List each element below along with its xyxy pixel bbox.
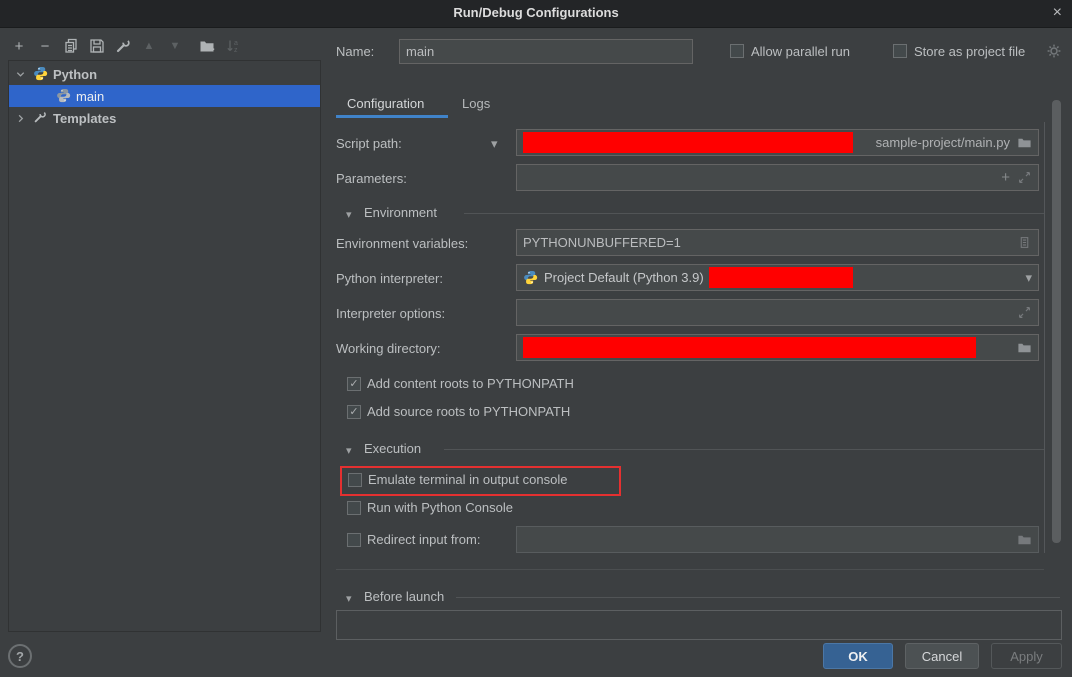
cancel-button[interactable]: Cancel bbox=[905, 643, 979, 669]
allow-parallel-run-label: Allow parallel run bbox=[751, 44, 850, 59]
redirect-input-label: Redirect input from: bbox=[367, 532, 480, 547]
expand-field-icon[interactable] bbox=[1016, 305, 1032, 321]
redacted-block bbox=[523, 132, 853, 153]
svg-text:z: z bbox=[234, 47, 238, 54]
run-python-console-label: Run with Python Console bbox=[367, 500, 513, 515]
script-path-field[interactable]: sample-project/main.py bbox=[516, 129, 1039, 156]
redirect-input-checkbox[interactable] bbox=[347, 533, 361, 547]
title-bar: Run/Debug Configurations × bbox=[0, 0, 1072, 28]
parameters-label: Parameters: bbox=[336, 171, 407, 186]
allow-parallel-run-checkbox[interactable] bbox=[730, 44, 744, 58]
move-up-icon[interactable]: ▲ bbox=[140, 37, 158, 55]
gear-icon[interactable] bbox=[1046, 43, 1062, 59]
run-debug-configurations-dialog: Run/Debug Configurations × + − ▲ ▼ az bbox=[0, 0, 1072, 677]
environment-variables-value: PYTHONUNBUFFERED=1 bbox=[523, 235, 681, 250]
interpreter-options-label: Interpreter options: bbox=[336, 306, 445, 321]
redacted-block bbox=[709, 267, 853, 288]
save-configuration-icon[interactable] bbox=[88, 37, 106, 55]
tree-item-main[interactable]: main bbox=[9, 85, 320, 107]
script-path-dropdown-icon[interactable]: ▾ bbox=[491, 136, 498, 152]
before-launch-list[interactable] bbox=[336, 610, 1062, 640]
scrollbar-track bbox=[1044, 122, 1045, 553]
python-interpreter-select[interactable]: Project Default (Python 3.9) ▾ bbox=[516, 264, 1039, 291]
section-divider bbox=[444, 449, 1044, 450]
add-source-roots-label: Add source roots to PYTHONPATH bbox=[367, 404, 570, 419]
script-path-label: Script path: bbox=[336, 136, 402, 151]
expand-field-icon[interactable] bbox=[1016, 170, 1032, 186]
tree-item-label: main bbox=[76, 89, 104, 104]
store-as-project-file-label: Store as project file bbox=[914, 44, 1025, 59]
name-label: Name: bbox=[336, 44, 374, 59]
section-divider bbox=[464, 213, 1044, 214]
execution-collapse-icon[interactable]: ▾ bbox=[346, 444, 352, 457]
redirect-input-field[interactable] bbox=[516, 526, 1039, 553]
tab-logs[interactable]: Logs bbox=[462, 96, 490, 111]
script-path-value: sample-project/main.py bbox=[876, 135, 1010, 150]
close-icon[interactable]: × bbox=[1053, 4, 1062, 22]
sort-alphabetically-icon[interactable]: az bbox=[224, 37, 242, 55]
python-interpreter-label: Python interpreter: bbox=[336, 271, 443, 286]
apply-button[interactable]: Apply bbox=[991, 643, 1062, 669]
python-interpreter-value: Project Default (Python 3.9) bbox=[544, 270, 704, 285]
environment-collapse-icon[interactable]: ▾ bbox=[346, 208, 352, 221]
environment-variables-field[interactable]: PYTHONUNBUFFERED=1 bbox=[516, 229, 1039, 256]
scrollbar-thumb[interactable] bbox=[1052, 100, 1061, 543]
new-folder-icon[interactable] bbox=[198, 37, 216, 55]
move-down-icon[interactable]: ▼ bbox=[166, 37, 184, 55]
before-launch-collapse-icon[interactable]: ▾ bbox=[346, 592, 352, 605]
folder-icon[interactable] bbox=[1016, 532, 1032, 548]
run-python-console-checkbox[interactable] bbox=[347, 501, 361, 515]
add-source-roots-checkbox[interactable]: ✓ bbox=[347, 405, 361, 419]
interpreter-options-field[interactable] bbox=[516, 299, 1039, 326]
add-content-roots-checkbox[interactable]: ✓ bbox=[347, 377, 361, 391]
configurations-toolbar: + − ▲ ▼ az bbox=[10, 34, 242, 58]
browse-variables-icon[interactable] bbox=[1016, 235, 1032, 251]
tree-item-python[interactable]: Python bbox=[9, 63, 320, 85]
copy-configuration-icon[interactable] bbox=[62, 37, 80, 55]
python-logo-icon bbox=[523, 270, 538, 285]
before-launch-section-header[interactable]: Before launch bbox=[364, 589, 444, 604]
redacted-block bbox=[523, 337, 976, 358]
working-directory-label: Working directory: bbox=[336, 341, 441, 356]
panel-divider bbox=[336, 569, 1044, 570]
svg-text:a: a bbox=[234, 40, 238, 47]
configurations-tree: Python main Templates bbox=[8, 60, 321, 632]
help-button[interactable]: ? bbox=[8, 644, 32, 668]
python-logo-icon bbox=[33, 66, 49, 82]
name-input[interactable] bbox=[399, 39, 693, 64]
tab-configuration[interactable]: Configuration bbox=[347, 96, 424, 111]
tree-item-label: Templates bbox=[53, 111, 116, 126]
execution-section-header[interactable]: Execution bbox=[364, 441, 421, 456]
remove-configuration-icon[interactable]: − bbox=[36, 37, 54, 55]
tree-item-label: Python bbox=[53, 67, 97, 82]
dropdown-arrow-icon[interactable]: ▾ bbox=[1025, 270, 1032, 286]
emulate-terminal-label: Emulate terminal in output console bbox=[368, 472, 567, 487]
parameters-field[interactable]: + bbox=[516, 164, 1039, 191]
environment-section-header[interactable]: Environment bbox=[364, 205, 437, 220]
add-macro-icon[interactable]: + bbox=[1001, 169, 1010, 186]
folder-icon[interactable] bbox=[1016, 135, 1032, 151]
dialog-title: Run/Debug Configurations bbox=[0, 5, 1072, 20]
add-content-roots-label: Add content roots to PYTHONPATH bbox=[367, 376, 574, 391]
python-logo-icon bbox=[56, 88, 72, 104]
section-divider bbox=[456, 597, 1060, 598]
chevron-down-icon[interactable] bbox=[15, 68, 27, 80]
tree-item-templates[interactable]: Templates bbox=[9, 107, 320, 129]
emulate-terminal-checkbox[interactable] bbox=[348, 473, 362, 487]
store-as-project-file-checkbox[interactable] bbox=[893, 44, 907, 58]
add-configuration-icon[interactable]: + bbox=[10, 37, 28, 55]
wrench-icon bbox=[33, 110, 49, 126]
edit-templates-icon[interactable] bbox=[114, 37, 132, 55]
chevron-right-icon[interactable] bbox=[15, 112, 27, 124]
active-tab-underline bbox=[336, 115, 448, 118]
working-directory-field[interactable] bbox=[516, 334, 1039, 361]
ok-button[interactable]: OK bbox=[823, 643, 893, 669]
environment-variables-label: Environment variables: bbox=[336, 236, 468, 251]
folder-icon[interactable] bbox=[1016, 340, 1032, 356]
